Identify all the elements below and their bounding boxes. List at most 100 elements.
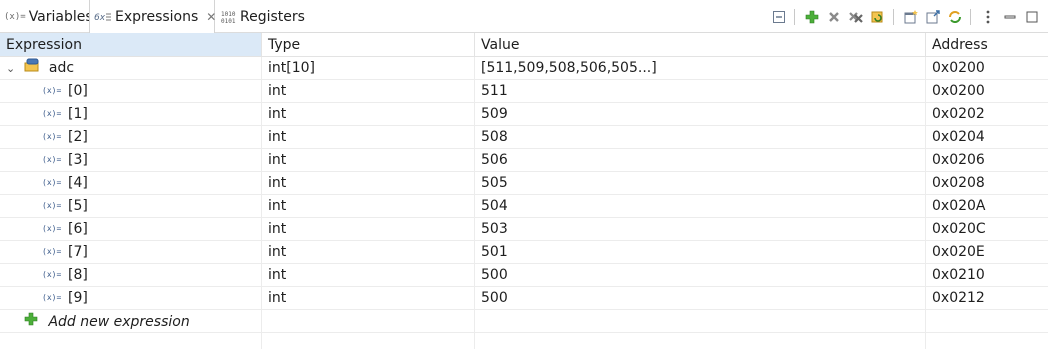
table-row[interactable]: (x)= [0] int 511 0x0200 <box>0 80 1048 103</box>
type-cell: int <box>262 218 475 241</box>
expression-name: [1] <box>68 106 88 122</box>
svg-text:(x)=: (x)= <box>42 201 61 210</box>
svg-text:(x)=: (x)= <box>42 109 61 118</box>
expression-cell: (x)= [7] <box>0 241 262 264</box>
view-tab-bar: (x)= Variables 6x Expressions ✕ 1010 0101… <box>0 0 1048 33</box>
close-tab-icon[interactable]: ✕ <box>206 10 216 24</box>
address-cell: 0x0200 <box>932 60 985 76</box>
tab-expressions-label: Expressions <box>115 8 199 25</box>
table-row[interactable]: (x)= [2] int 508 0x0204 <box>0 126 1048 149</box>
value-cell[interactable]: 503 <box>475 218 926 241</box>
collapse-all-icon[interactable] <box>769 7 789 27</box>
table-row[interactable]: (x)= [3] int 506 0x0206 <box>0 149 1048 172</box>
maximize-icon[interactable] <box>1022 7 1042 27</box>
table-row[interactable]: (x)= [5] int 504 0x020A <box>0 195 1048 218</box>
value-cell[interactable]: 511 <box>475 80 926 103</box>
table-row-root[interactable]: ⌄ adc int[10] [511,509,508,506,505...] 0… <box>0 57 1048 80</box>
empty-cell <box>0 333 262 349</box>
add-expression-row[interactable]: Add new expression <box>0 310 1048 333</box>
variable-icon: (x)= <box>42 243 68 265</box>
column-header-value[interactable]: Value <box>475 33 926 57</box>
expression-cell: (x)= [8] <box>0 264 262 287</box>
variable-icon: (x)= <box>42 289 68 311</box>
refresh-icon[interactable] <box>868 7 888 27</box>
new-view-icon[interactable] <box>901 7 921 27</box>
value-cell[interactable]: 508 <box>475 126 926 149</box>
column-header-address[interactable]: Address <box>926 33 1048 57</box>
value-cell[interactable]: 501 <box>475 241 926 264</box>
expression-name: [2] <box>68 129 88 145</box>
empty-cell <box>262 333 475 349</box>
chevron-down-icon[interactable]: ⌄ <box>6 58 20 80</box>
value-cell[interactable]: 500 <box>475 264 926 287</box>
svg-text:(x)=: (x)= <box>42 178 61 187</box>
table-row[interactable]: (x)= [4] int 505 0x0208 <box>0 172 1048 195</box>
table-row[interactable]: (x)= [1] int 509 0x0202 <box>0 103 1048 126</box>
address-cell: 0x020A <box>932 198 986 214</box>
type-cell: int <box>262 264 475 287</box>
value-cell[interactable]: 500 <box>475 287 926 310</box>
variable-icon: (x)= <box>42 82 68 104</box>
expression-name: adc <box>48 60 75 76</box>
add-expression-cell[interactable]: Add new expression <box>0 310 262 333</box>
toolbar-separator <box>970 8 971 25</box>
table-row[interactable]: (x)= [9] int 500 0x0212 <box>0 287 1048 310</box>
column-header-type[interactable]: Type <box>262 33 475 57</box>
empty-cell <box>475 333 926 349</box>
tab-registers-label: Registers <box>240 8 305 25</box>
value-cell[interactable]: [511,509,508,506,505...] <box>475 57 926 80</box>
remove-all-icon[interactable] <box>846 7 866 27</box>
svg-text:1010: 1010 <box>221 11 236 18</box>
value-cell[interactable]: 509 <box>475 103 926 126</box>
value-cell[interactable]: 505 <box>475 172 926 195</box>
add-expression-label: Add new expression <box>48 314 190 330</box>
tab-variables[interactable]: (x)= Variables <box>0 0 93 33</box>
variable-icon: (x)= <box>42 220 68 242</box>
add-expression-icon[interactable] <box>802 7 822 27</box>
svg-text:0101: 0101 <box>221 18 236 24</box>
add-expression-plus-icon <box>24 310 44 332</box>
address-cell: 0x0208 <box>932 175 985 191</box>
table-header: Expression Type Value Address <box>0 33 1048 57</box>
empty-cell <box>475 310 926 333</box>
expression-cell: (x)= [0] <box>0 80 262 103</box>
tab-registers[interactable]: 1010 0101 Registers <box>218 0 308 33</box>
svg-text:6x: 6x <box>94 13 106 23</box>
expression-name: [4] <box>68 175 88 191</box>
value-cell[interactable]: 506 <box>475 149 926 172</box>
expression-cell: (x)= [5] <box>0 195 262 218</box>
type-cell: int <box>262 241 475 264</box>
address-cell: 0x020E <box>932 244 985 260</box>
table-filler <box>0 333 1048 349</box>
svg-text:(x)=: (x)= <box>42 224 61 233</box>
empty-cell <box>926 310 1048 333</box>
expression-cell: (x)= [9] <box>0 287 262 310</box>
table-row[interactable]: (x)= [7] int 501 0x020E <box>0 241 1048 264</box>
type-cell: int <box>262 287 475 310</box>
tab-variables-label: Variables <box>28 8 93 25</box>
toolbar-separator <box>794 8 795 25</box>
variable-icon: (x)= <box>42 151 68 173</box>
address-cell: 0x0210 <box>932 267 985 283</box>
expression-name: [8] <box>68 267 88 283</box>
tab-expressions[interactable]: 6x Expressions ✕ <box>89 0 216 33</box>
table-row[interactable]: (x)= [6] int 503 0x020C <box>0 218 1048 241</box>
type-cell: int <box>262 103 475 126</box>
expression-name: [5] <box>68 198 88 214</box>
remove-icon[interactable] <box>824 7 844 27</box>
sync-icon[interactable] <box>945 7 965 27</box>
view-menu-icon[interactable] <box>978 7 998 27</box>
address-cell: 0x0212 <box>932 290 985 306</box>
value-cell[interactable]: 504 <box>475 195 926 218</box>
type-cell: int <box>262 80 475 103</box>
table-row[interactable]: (x)= [8] int 500 0x0210 <box>0 264 1048 287</box>
address-cell: 0x0204 <box>932 129 985 145</box>
expression-cell: (x)= [4] <box>0 172 262 195</box>
variable-icon: (x)= <box>42 197 68 219</box>
column-header-expression[interactable]: Expression <box>0 33 262 57</box>
expressions-icon: 6x <box>94 11 112 23</box>
export-icon[interactable] <box>923 7 943 27</box>
minimize-icon[interactable] <box>1000 7 1020 27</box>
toolbar-separator <box>893 8 894 25</box>
variables-icon: (x)= <box>4 11 26 22</box>
